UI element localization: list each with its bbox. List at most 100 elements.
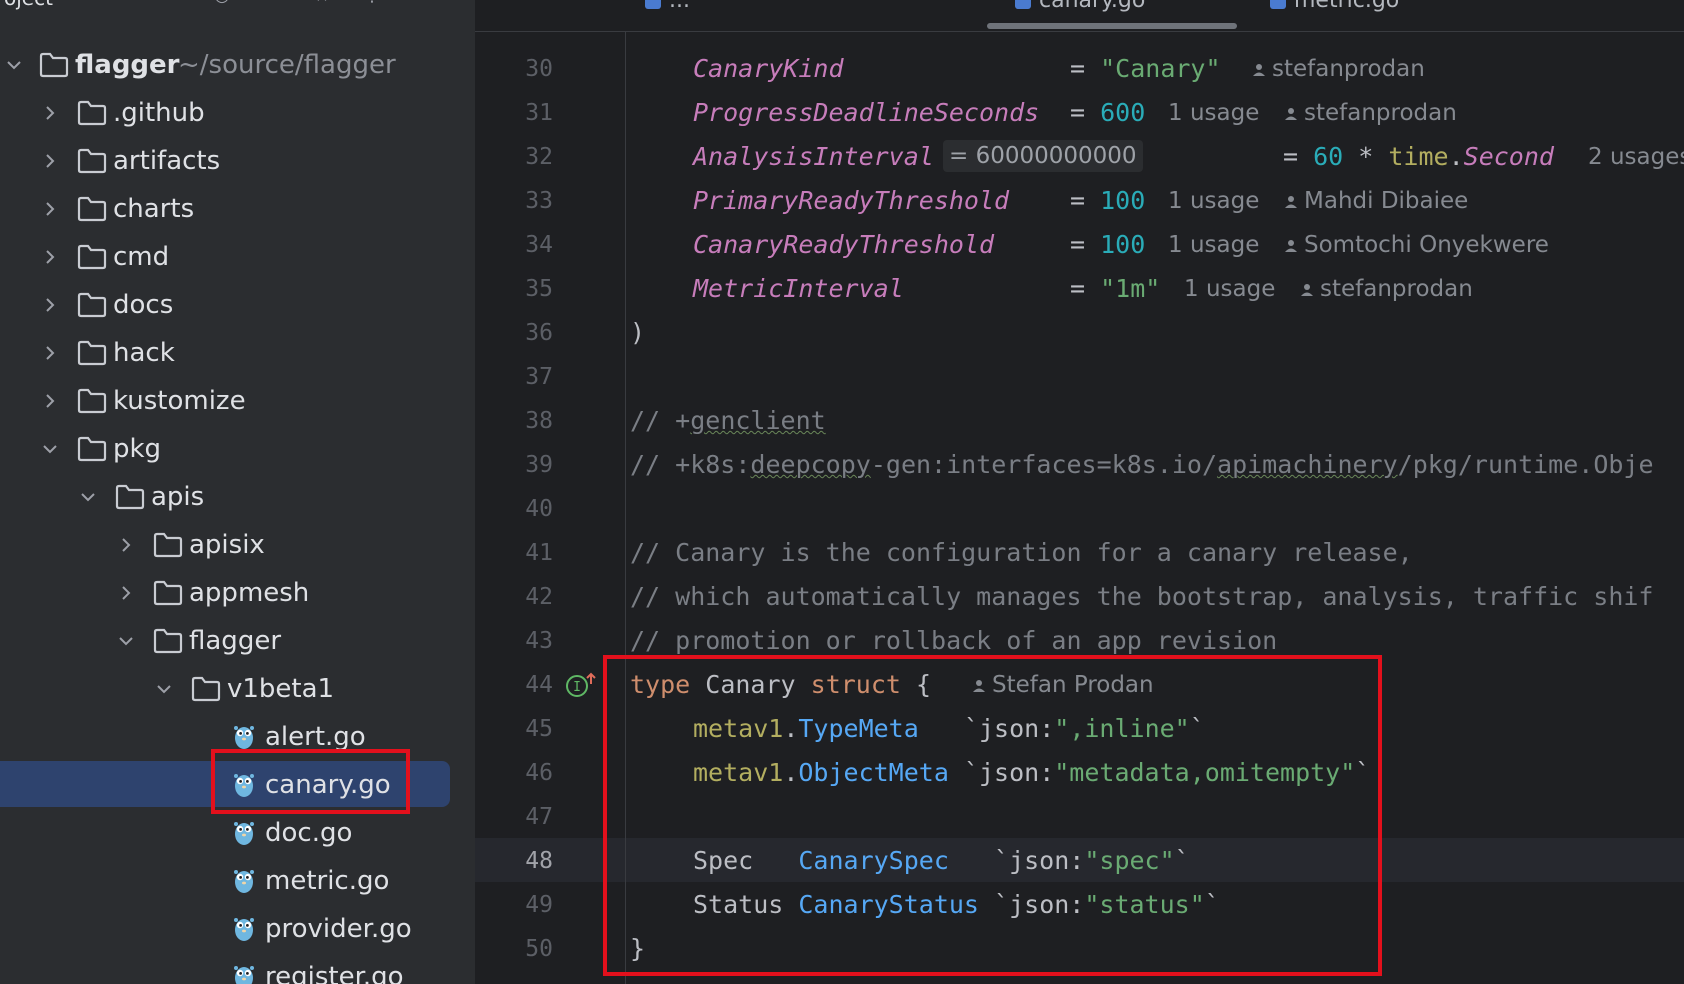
line-number: 43 [525,628,553,654]
package-ref: time [1388,142,1449,171]
chevron-right-icon[interactable] [116,583,136,603]
author-hint[interactable]: stefanprodan [1252,47,1425,91]
tree-item-register-go[interactable]: register.go [0,953,475,984]
line-number: 35 [525,276,553,302]
chevron-right-icon[interactable] [40,199,60,219]
line-number: 38 [525,408,553,434]
code-line-33[interactable]: 33 PrimaryReadyThreshold = 100 1 usage M… [475,179,1684,223]
chevron-down-icon[interactable] [40,439,60,459]
tab-previous[interactable]: ... [645,0,690,28]
code-line-42[interactable]: 42 // which automatically manages the bo… [475,575,1684,619]
tree-item-label: flagger [75,50,180,80]
chevron-right-icon[interactable] [40,343,60,363]
tree-item-charts[interactable]: charts [0,185,475,233]
tree-item-hack[interactable]: hack [0,329,475,377]
tree-item-pkg[interactable]: pkg [0,425,475,473]
code-editor[interactable]: ... canary.go metric.go 30 CanaryKind = … [475,0,1684,984]
line-number: 30 [525,56,553,82]
folder-icon [153,580,183,606]
code-line-34[interactable]: 34 CanaryReadyThreshold = 100 1 usage So… [475,223,1684,267]
folder-icon [77,244,107,270]
project-header-title[interactable]: oject [4,0,53,10]
tree-item-apisix[interactable]: apisix [0,521,475,569]
chevron-right-icon[interactable] [40,103,60,123]
comment: // +genclient [630,406,826,435]
tree-item-artifacts[interactable]: artifacts [0,137,475,185]
folder-icon [153,532,183,558]
line-number: 48 [525,848,553,874]
usage-hint[interactable]: 1 usage [1168,91,1259,135]
chevron-right-icon[interactable] [40,295,60,315]
tree-item-metric-go[interactable]: metric.go [0,857,475,905]
tree-item-docs[interactable]: docs [0,281,475,329]
usage-hint[interactable]: 1 usage [1168,179,1259,223]
code-line-30[interactable]: 30 CanaryKind = "Canary" stefanprodan [475,47,1684,91]
chevron-down-icon[interactable] [154,679,174,699]
line-number: 31 [525,100,553,126]
implementation-icon[interactable]: I [565,672,597,698]
tree-item-kustomize[interactable]: kustomize [0,377,475,425]
tree-item-flagger[interactable]: flagger ~/source/flagger [0,41,475,89]
tree-item-apis[interactable]: apis [0,473,475,521]
locate-icon[interactable]: ◎ [212,0,232,6]
folder-icon [77,148,107,174]
tree-item-label: provider.go [265,914,412,944]
code-line-36[interactable]: 36 ) [475,311,1684,355]
collapse-icon[interactable]: ⌃ [262,0,282,6]
code-line-31[interactable]: 31 ProgressDeadlineSeconds = 600 1 usage… [475,91,1684,135]
editor-tab-bar: ... canary.go metric.go [475,0,1684,32]
line-number: 32 [525,144,553,170]
line-number: 49 [525,892,553,918]
author-hint[interactable]: Somtochi Onyekwere [1284,223,1549,267]
tree-item-appmesh[interactable]: appmesh [0,569,475,617]
person-icon [1252,63,1266,77]
usage-hint[interactable]: 1 usage [1184,267,1275,311]
chevron-right-icon[interactable] [116,535,136,555]
operator: = [1283,142,1314,171]
const-name: CanaryKind [693,54,844,83]
code-line-37[interactable]: 37 [475,355,1684,399]
code-line-39[interactable]: 39 // +k8s:deepcopy-gen:interfaces=k8s.i… [475,443,1684,487]
star-icon[interactable]: ☆ [312,0,332,6]
string-literal: "1m" [1100,274,1161,303]
chevron-right-icon[interactable] [40,247,60,267]
go-file-icon [1015,0,1031,9]
tree-item-v1beta1[interactable]: v1beta1 [0,665,475,713]
tree-item-doc-go[interactable]: doc.go [0,809,475,857]
chevron-right-icon[interactable] [40,391,60,411]
line-number: 50 [525,936,553,962]
line-number: 34 [525,232,553,258]
tree-item-flagger[interactable]: flagger [0,617,475,665]
tree-item-label: v1beta1 [227,674,335,704]
tree-item-label: kustomize [113,386,246,416]
code-line-35[interactable]: 35 MetricInterval = "1m" 1 usage stefanp… [475,267,1684,311]
chevron-down-icon[interactable] [116,631,136,651]
go-file-icon [645,0,661,9]
tree-item-provider-go[interactable]: provider.go [0,905,475,953]
author-hint[interactable]: Mahdi Dibaiee [1284,179,1468,223]
code-line-41[interactable]: 41 // Canary is the configuration for a … [475,531,1684,575]
usage-hint[interactable]: 1 usage [1168,223,1259,267]
operator: = [1070,186,1101,215]
number-literal: 600 [1100,98,1146,127]
go-gopher-icon [233,819,255,847]
more-icon[interactable]: ⋮ [362,0,382,6]
code-line-38[interactable]: 38 // +genclient [475,399,1684,443]
line-number: 41 [525,540,553,566]
chevron-down-icon[interactable] [78,487,98,507]
folder-icon [191,676,221,702]
tab-metric-go[interactable]: metric.go [1270,0,1399,28]
folder-icon [39,52,69,78]
code-line-40[interactable]: 40 [475,487,1684,531]
closing-paren: ) [630,318,646,347]
person-icon [1284,107,1298,121]
chevron-down-icon[interactable] [4,55,24,75]
author-hint[interactable]: stefanprodan [1300,267,1473,311]
tree-item-github[interactable]: .github [0,89,475,137]
author-hint[interactable]: stefanprodan [1284,91,1457,135]
code-line-32[interactable]: 32 AnalysisInterval = 60000000000 = 60 *… [475,135,1684,179]
operator: = [1070,230,1101,259]
tree-item-cmd[interactable]: cmd [0,233,475,281]
chevron-right-icon[interactable] [40,151,60,171]
usage-hint[interactable]: 2 usages [1588,135,1684,179]
